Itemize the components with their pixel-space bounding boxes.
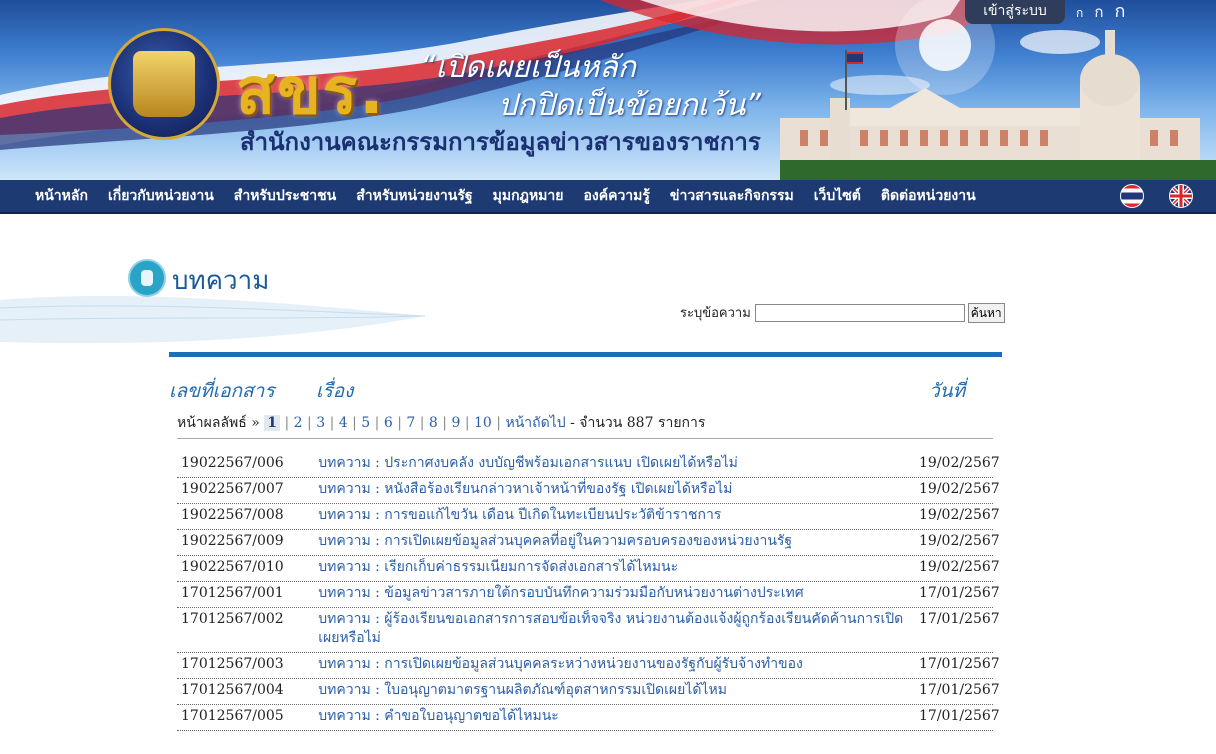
article-date: 19/02/2567 (919, 455, 1000, 471)
page-current: 1 (264, 415, 281, 431)
article-date: 17/01/2567 (919, 611, 1000, 627)
doc-number: 19022567/007 (181, 481, 284, 497)
doc-number: 19022567/009 (181, 533, 284, 549)
thai-flag-icon[interactable] (1120, 184, 1144, 208)
font-size-large-button[interactable]: ก (1115, 1, 1126, 22)
search-input[interactable] (754, 303, 965, 322)
article-link[interactable]: บทความ : ประกาศงบคลัง งบบัญชีพร้อมเอกสาร… (318, 454, 919, 473)
article-date: 17/01/2567 (919, 708, 1000, 724)
font-size-controls: ก ก ก (1076, 0, 1131, 24)
page-link[interactable]: 2 (294, 415, 303, 431)
doc-number: 17012567/002 (181, 611, 284, 627)
article-date: 17/01/2567 (919, 682, 1000, 698)
table-row: 19022567/006 บทความ : ประกาศงบคลัง งบบัญ… (177, 452, 1000, 478)
page-link[interactable]: 7 (406, 415, 415, 431)
page-link[interactable]: 4 (339, 415, 348, 431)
divider (177, 438, 993, 439)
page-link[interactable]: 5 (361, 415, 370, 431)
nav-item-home[interactable]: หน้าหลัก (25, 185, 98, 207)
article-link[interactable]: บทความ : การเปิดเผยข้อมูลส่วนบุคคลระหว่า… (318, 655, 919, 674)
doc-number: 17012567/004 (181, 682, 284, 698)
doc-number: 17012567/005 (181, 708, 284, 724)
doc-number: 17012567/001 (181, 585, 284, 601)
pagination: หน้าผลลัพธ์ » 1 | 2 | 3 | 4 | 5 | 6 | 7 … (177, 415, 706, 431)
article-link[interactable]: บทความ : เรียกเก็บค่าธรรมเนียมการจัดส่งเ… (318, 558, 919, 577)
page-link[interactable]: 6 (384, 415, 393, 431)
article-date: 19/02/2567 (919, 481, 1000, 497)
article-date: 19/02/2567 (919, 533, 1000, 549)
doc-number: 19022567/006 (181, 455, 284, 471)
nav-item-contact[interactable]: ติดต่อหน่วยงาน (871, 185, 986, 207)
page-link[interactable]: 10 (474, 415, 492, 431)
table-row: 19022567/010 บทความ : เรียกเก็บค่าธรรมเน… (177, 556, 1000, 582)
result-count: - จำนวน 887 รายการ (570, 415, 706, 431)
search-label: ระบุข้อความ (680, 306, 751, 321)
article-link[interactable]: บทความ : การขอแก้ไขวัน เดือน ปีเกิดในทะเ… (318, 506, 919, 525)
pagination-label: หน้าผลลัพธ์ » (177, 415, 260, 431)
article-link[interactable]: บทความ : การเปิดเผยข้อมูลส่วนบุคคลที่อยู… (318, 532, 919, 551)
uk-flag-icon[interactable] (1169, 184, 1193, 208)
table-row: 19022567/008 บทความ : การขอแก้ไขวัน เดือ… (177, 504, 1000, 530)
table-row: 17012567/004 บทความ : ใบอนุญาตมาตรฐานผลิ… (177, 679, 1000, 705)
article-link[interactable]: บทความ : ใบอนุญาตมาตรฐานผลิตภัณฑ์อุตสาหก… (318, 681, 919, 700)
next-page-link[interactable]: หน้าถัดไป (505, 415, 565, 431)
login-button[interactable]: เข้าสู่ระบบ (965, 0, 1065, 24)
page-link[interactable]: 3 (316, 415, 325, 431)
table-row: 17012567/001 บทความ : ข้อมูลข่าวสารภายใต… (177, 582, 1000, 608)
article-link[interactable]: บทความ : หนังสือร้องเรียนกล่าวหาเจ้าหน้า… (318, 480, 919, 499)
main-nav: หน้าหลัก เกี่ยวกับหน่วยงาน สำหรับประชาชน… (0, 180, 1216, 214)
article-table: 19022567/006 บทความ : ประกาศงบคลัง งบบัญ… (177, 452, 1000, 731)
nav-item-law[interactable]: มุมกฎหมาย (483, 185, 574, 207)
table-row: 19022567/009 บทความ : การเปิดเผยข้อมูลส่… (177, 530, 1000, 556)
article-date: 19/02/2567 (919, 559, 1000, 575)
column-header-subject: เรื่อง (316, 380, 354, 402)
search-button[interactable]: ค้นหา (967, 302, 1005, 323)
nav-item-about[interactable]: เกี่ยวกับหน่วยงาน (98, 185, 224, 207)
nav-item-knowledge[interactable]: องค์ความรู้ (573, 185, 659, 207)
table-row: 17012567/003 บทความ : การเปิดเผยข้อมูลส่… (177, 653, 1000, 679)
search-bar: ระบุข้อความ ค้นหา (680, 302, 1005, 323)
article-link[interactable]: บทความ : ผู้ร้องเรียนขอเอกสารการสอบข้อเท… (318, 610, 919, 648)
page-link[interactable]: 9 (451, 415, 460, 431)
doc-number: 19022567/010 (181, 559, 284, 575)
header-banner: สขร. “เปิดเผยเป็นหลัก ปกปิดเป็นข้อยกเว้น… (0, 0, 1216, 180)
column-header-doc-no: เลขที่เอกสาร (169, 380, 275, 402)
article-link[interactable]: บทความ : คำขอใบอนุญาตขอได้ไหมนะ (318, 707, 919, 726)
column-header-date: วันที่ (929, 380, 966, 402)
nav-item-agencies[interactable]: สำหรับหน่วยงานรัฐ (346, 185, 482, 207)
page-title: บทความ (172, 266, 270, 296)
doc-number: 17012567/003 (181, 656, 284, 672)
nav-item-public[interactable]: สำหรับประชาชน (224, 185, 346, 207)
divider (169, 352, 1002, 357)
nav-item-news[interactable]: ข่าวสารและกิจกรรม (660, 185, 804, 207)
section-emblem-icon (128, 259, 166, 297)
nav-item-websites[interactable]: เว็บไซต์ (804, 185, 871, 207)
page-link[interactable]: 8 (429, 415, 438, 431)
emblem-logo (108, 28, 220, 140)
table-row: 17012567/002 บทความ : ผู้ร้องเรียนขอเอกส… (177, 608, 1000, 653)
font-size-medium-button[interactable]: ก (1094, 3, 1103, 21)
organization-name: สำนักงานคณะกรรมการข้อมูลข่าวสารของราชการ (240, 128, 761, 156)
table-row: 17012567/005 บทความ : คำขอใบอนุญาตขอได้ไ… (177, 705, 1000, 731)
article-date: 17/01/2567 (919, 656, 1000, 672)
table-row: 19022567/007 บทความ : หนังสือร้องเรียนกล… (177, 478, 1000, 504)
article-link[interactable]: บทความ : ข้อมูลข่าวสารภายใต้กรอบบันทึกคว… (318, 584, 919, 603)
article-date: 17/01/2567 (919, 585, 1000, 601)
font-size-small-button[interactable]: ก (1076, 6, 1083, 20)
doc-number: 19022567/008 (181, 507, 284, 523)
article-date: 19/02/2567 (919, 507, 1000, 523)
